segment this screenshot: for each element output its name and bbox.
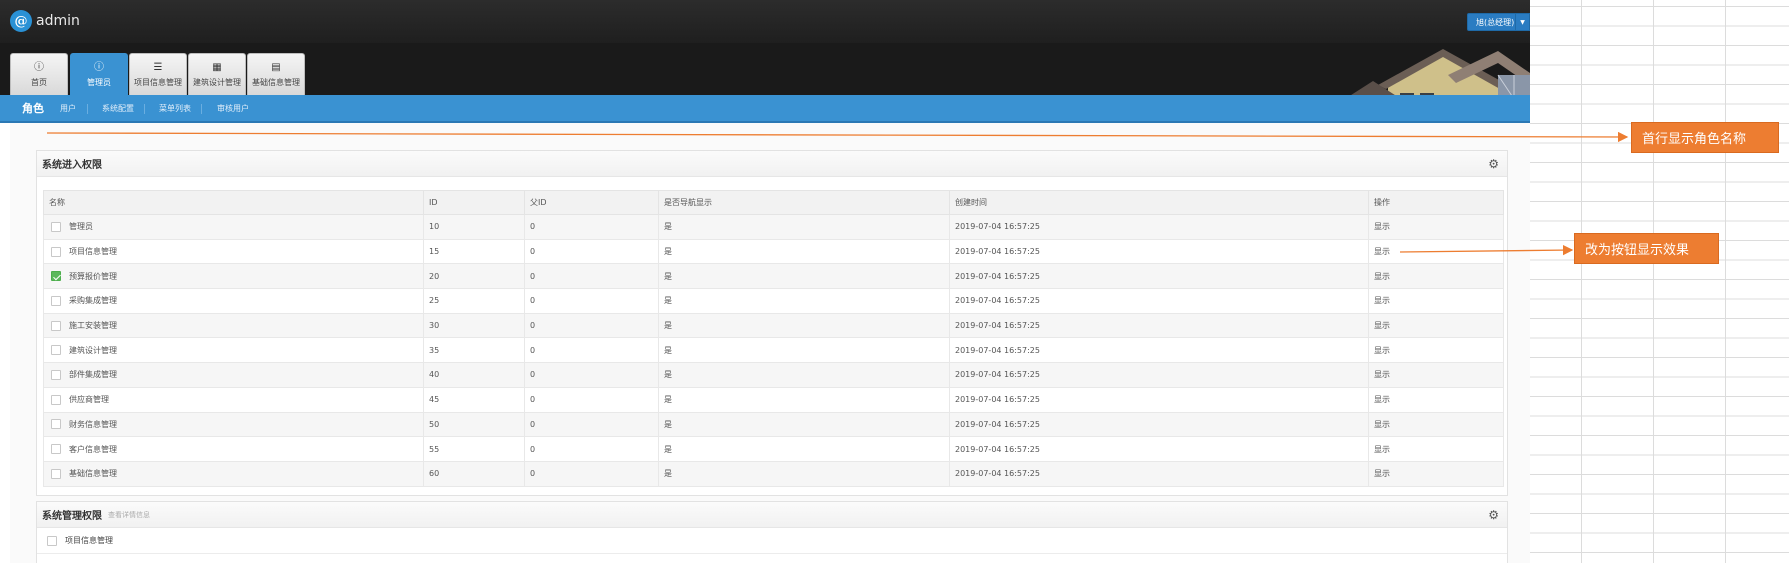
annotation-arrows bbox=[46, 131, 1629, 256]
annotation-arrow-2 bbox=[1399, 244, 1574, 256]
annotation-callout-1: 首行显示角色名称 bbox=[1631, 122, 1779, 153]
annotation-callout-2: 改为按钮显示效果 bbox=[1574, 233, 1719, 264]
annotation-arrow-1 bbox=[46, 131, 1629, 143]
